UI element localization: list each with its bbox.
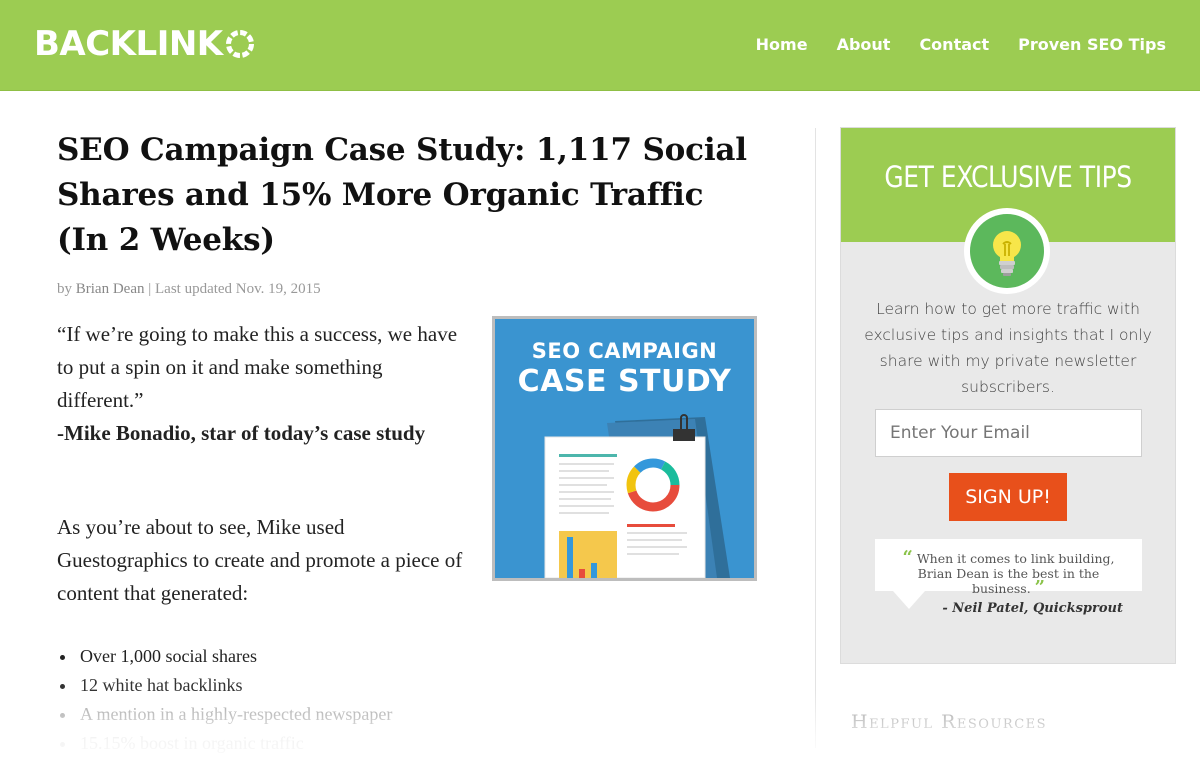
testimonial-author: - Neil Patel, Quicksprout bbox=[942, 601, 1123, 616]
results-list: Over 1,000 social shares 12 white hat ba… bbox=[57, 642, 477, 758]
case-study-image: SEO CAMPAIGN CASE STUDY bbox=[492, 316, 757, 581]
bulb-badge bbox=[964, 208, 1050, 294]
quote-attribution: -Mike Bonadio, star of today’s case stud… bbox=[57, 421, 426, 445]
nav-home-link[interactable]: Home bbox=[756, 34, 808, 56]
intro-quote: “If we’re going to make this a success, … bbox=[57, 318, 467, 450]
column-divider bbox=[815, 128, 816, 748]
byline-prefix: by bbox=[57, 281, 72, 297]
nav-about-link[interactable]: About bbox=[837, 34, 891, 56]
quote-text: “If we’re going to make this a success, … bbox=[57, 322, 458, 412]
main-nav: Home About Contact Proven SEO Tips bbox=[756, 34, 1166, 56]
lightbulb-icon bbox=[970, 214, 1044, 288]
nav-contact-link[interactable]: Contact bbox=[919, 34, 989, 56]
case-image-line2: CASE STUDY bbox=[517, 364, 732, 399]
signup-button[interactable]: SIGN UP! bbox=[949, 473, 1067, 521]
testimonial-bubble: “ When it comes to link building, Brian … bbox=[875, 539, 1142, 597]
close-quote-icon: ” bbox=[1034, 577, 1046, 598]
testimonial-text: When it comes to link building, Brian De… bbox=[916, 551, 1115, 596]
list-item: 12 white hat backlinks bbox=[57, 671, 477, 700]
list-item: A mention in a highly-respected newspape… bbox=[57, 700, 477, 729]
widget-title: GET EXCLUSIVE TIPS bbox=[884, 160, 1132, 194]
open-quote-icon: “ bbox=[902, 547, 913, 568]
list-item: 15.15% boost in organic traffic bbox=[57, 729, 477, 758]
article: SEO Campaign Case Study: 1,117 Social Sh… bbox=[57, 128, 777, 753]
nav-seo-tips-link[interactable]: Proven SEO Tips bbox=[1018, 34, 1166, 56]
newsletter-widget: GET EXCLUSIVE TIPS Learn how to get more… bbox=[840, 127, 1176, 664]
document-illustration bbox=[544, 414, 730, 578]
target-o-icon bbox=[225, 30, 254, 58]
widget-description: Learn how to get more traffic ⁣with excl… bbox=[864, 300, 1152, 396]
author-link[interactable]: Brian Dean bbox=[76, 281, 145, 297]
list-item: Over 1,000 social shares bbox=[57, 642, 477, 671]
case-image-line1: SEO CAMPAIGN bbox=[531, 339, 718, 363]
logo-text: BACKLINK bbox=[34, 24, 223, 64]
byline: by Brian Dean | Last updated Nov. 19, 20… bbox=[57, 279, 777, 299]
intro-paragraph: As you’re about to see, Mike used Guesto… bbox=[57, 515, 463, 605]
email-field[interactable] bbox=[875, 409, 1142, 457]
updated-date: Last updated Nov. 19, 2015 bbox=[155, 281, 321, 297]
article-title: SEO Campaign Case Study: 1,117 Social Sh… bbox=[57, 132, 747, 258]
site-logo[interactable]: BACKLINK bbox=[34, 26, 255, 62]
byline-separator: | bbox=[148, 281, 152, 297]
site-header: BACKLINK Home About Contact Proven SEO T… bbox=[0, 0, 1200, 91]
helpful-resources-heading: Helpful Resources bbox=[851, 711, 1048, 733]
testimonial-tail bbox=[893, 591, 925, 609]
